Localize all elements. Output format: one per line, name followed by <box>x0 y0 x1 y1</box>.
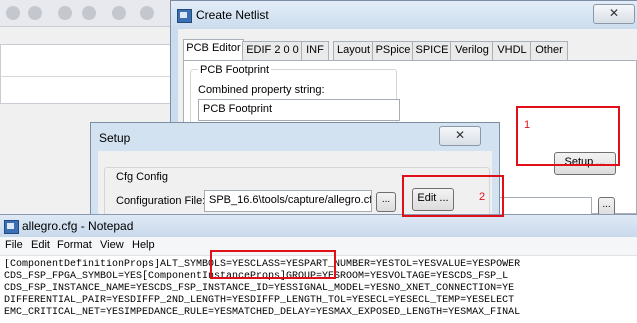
combined-property-input[interactable]: PCB Footprint <box>198 99 400 121</box>
configuration-file-input[interactable]: SPB_16.6\tools/capture/allegro.cfg <box>204 190 372 212</box>
text-line: DIFFERENTIAL_PAIR=YESDIFFP_2ND_LENGTH=YE… <box>4 295 515 306</box>
alt-symbols-highlight-box <box>210 250 336 279</box>
configuration-browse-button[interactable]: ... <box>376 192 396 212</box>
notepad-titlebar: allegro.cfg - Notepad <box>0 215 637 237</box>
tab-pcb-editor[interactable]: PCB Editor <box>183 39 244 62</box>
toolbar-icon[interactable] <box>28 6 42 20</box>
tab-other[interactable]: Other <box>530 41 568 61</box>
cfg-config-label: Cfg Config <box>114 171 170 183</box>
background-toolbar <box>0 0 180 27</box>
setup-highlight-box <box>516 106 620 166</box>
tab-spice[interactable]: SPICE <box>412 41 452 61</box>
menu-format[interactable]: Format <box>57 239 92 251</box>
divider <box>0 76 172 77</box>
edit-highlight-box <box>402 175 504 217</box>
toolbar-icon[interactable] <box>82 6 96 20</box>
tab-verilog[interactable]: Verilog <box>450 41 494 61</box>
combined-property-label: Combined property string: <box>198 84 325 96</box>
tab-vhdl[interactable]: VHDL <box>492 41 532 61</box>
text-line: EMC_CRITICAL_NET=YESIMPEDANCE_RULE=YESMA… <box>4 307 521 318</box>
menu-help[interactable]: Help <box>132 239 155 251</box>
configuration-file-label: Configuration File: <box>116 195 206 207</box>
menu-edit[interactable]: Edit <box>31 239 50 251</box>
netlist-close-icon[interactable]: ✕ <box>593 4 635 24</box>
pcb-footprint-group-label: PCB Footprint <box>198 64 272 76</box>
menu-file[interactable]: File <box>5 239 23 251</box>
tab-pspice[interactable]: PSpice <box>372 41 414 61</box>
tab-layout[interactable]: Layout <box>333 41 374 61</box>
netlist-title: Create Netlist <box>196 8 269 22</box>
annotation-number-1: 1 <box>524 119 531 131</box>
notepad-title: allegro.cfg - Notepad <box>22 219 134 233</box>
tab-inf[interactable]: INF <box>301 41 329 61</box>
background-panel <box>0 44 172 104</box>
netlist-titlebar: Create Netlist ✕ <box>171 1 637 29</box>
notepad-icon <box>4 220 19 234</box>
text-line: CDS_FSP_INSTANCE_NAME=YESCDS_FSP_INSTANC… <box>4 283 515 294</box>
toolbar-icon[interactable] <box>140 6 154 20</box>
toolbar-icon[interactable] <box>6 6 20 20</box>
setup-close-icon[interactable]: ✕ <box>439 126 481 146</box>
toolbar-icon[interactable] <box>112 6 126 20</box>
toolbar-icon[interactable] <box>58 6 72 20</box>
setup-title: Setup <box>99 131 131 145</box>
netlist-window-icon <box>177 9 192 23</box>
menu-view[interactable]: View <box>100 239 124 251</box>
tab-edif[interactable]: EDIF 2 0 0 <box>242 41 303 61</box>
annotation-number-2: 2 <box>479 191 486 203</box>
